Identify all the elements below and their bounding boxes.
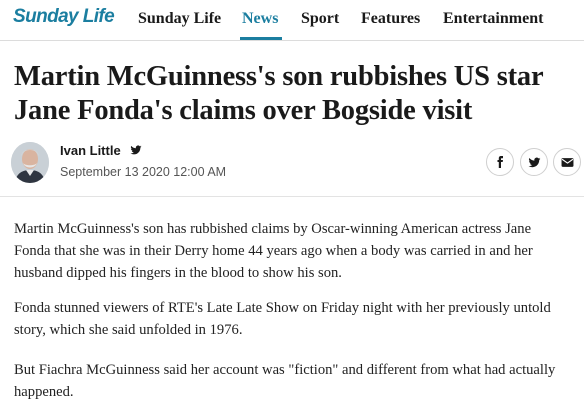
nav-item-news[interactable]: News [242,10,278,28]
nav-item-entertainment[interactable]: Entertainment [443,10,543,28]
email-icon [561,157,573,167]
nav-item-sport[interactable]: Sport [301,10,339,28]
section-divider [0,196,584,197]
share-email-button[interactable] [553,148,581,176]
article-paragraph-2: Fonda stunned viewers of RTE's Late Late… [14,300,551,338]
nav-item-sunday-life[interactable]: Sunday Life [138,10,221,28]
active-nav-indicator [240,37,282,40]
share-twitter-button[interactable] [520,148,548,176]
author-name[interactable]: Ivan Little [60,143,121,158]
article-headline: Martin McGuinness's son rubbishes US sta… [14,61,543,126]
publish-date: September 13 2020 12:00 AM [60,165,227,179]
facebook-icon [497,156,503,168]
author-twitter-icon[interactable] [130,144,142,156]
share-facebook-button[interactable] [486,148,514,176]
top-navigation: Sunday Life Sunday Life News Sport Featu… [0,0,584,41]
author-avatar[interactable] [11,142,49,183]
site-logo[interactable]: Sunday Life [13,6,115,28]
article-paragraph-3: But Fiachra McGuinness said her account … [14,362,556,400]
author-photo-icon [11,142,49,183]
nav-item-features[interactable]: Features [361,10,420,28]
twitter-icon [528,157,540,167]
article-paragraph-1: Martin McGuinness's son has rubbished cl… [14,221,533,281]
